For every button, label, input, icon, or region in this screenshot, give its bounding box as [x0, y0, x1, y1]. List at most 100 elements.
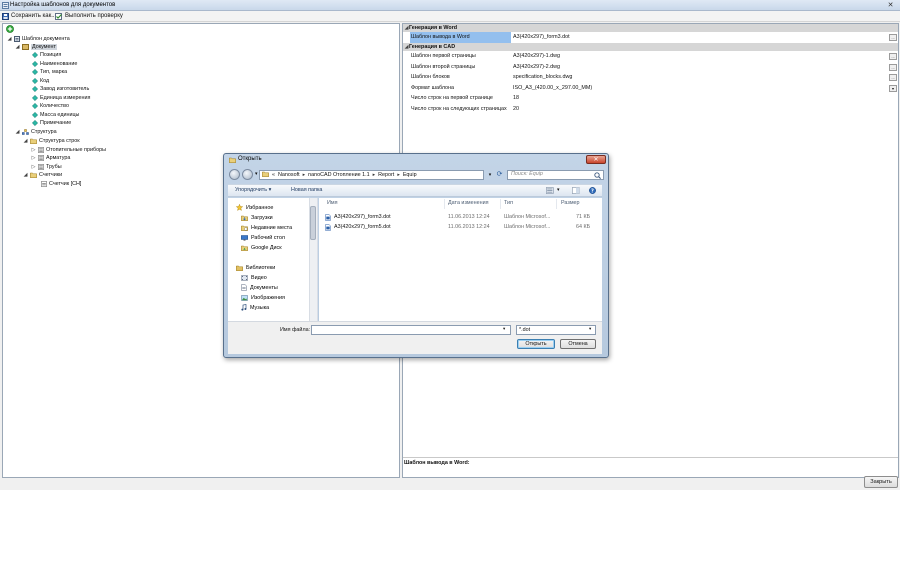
property-value[interactable]: А3(420х297)-1.dwg: [513, 51, 883, 62]
dropdown-button[interactable]: ▾: [889, 84, 897, 92]
column-divider[interactable]: [500, 199, 501, 209]
window-close-button[interactable]: ✕: [884, 1, 897, 10]
property-value[interactable]: 20: [513, 104, 883, 115]
expand-arrow-icon[interactable]: ▷: [31, 154, 36, 162]
nav-item-recent-places[interactable]: Недавние места: [241, 223, 292, 232]
file-type-dropdown-icon[interactable]: ▾: [589, 326, 591, 332]
preview-pane-icon[interactable]: [572, 187, 580, 194]
property-row[interactable]: Шаблон второй страницы А3(420х297)-2.dwg…: [403, 62, 898, 73]
tree-row-item[interactable]: ▷ Трубы: [31, 163, 62, 171]
breadcrumb-item[interactable]: nanoCAD Отопление 1.1: [308, 172, 370, 178]
nav-item-documents[interactable]: Документы: [241, 283, 278, 292]
property-row[interactable]: Шаблон блоков specification_blocks.dwg .…: [403, 72, 898, 83]
file-row[interactable]: А3(420х297)_form3.dot 11.06.2013 12:24 Ш…: [322, 213, 602, 222]
breadcrumb-separator-icon[interactable]: ▸: [303, 172, 306, 178]
column-header-date[interactable]: Дата изменения: [448, 200, 489, 208]
collapse-arrow-icon[interactable]: ◢: [15, 128, 20, 136]
category-word-generation[interactable]: ◢ Генерация в Word: [403, 24, 898, 32]
search-icon[interactable]: [594, 172, 601, 179]
property-row-selected[interactable]: Шаблон вывода в Word А3(420х297)_form3.d…: [403, 32, 898, 43]
collapse-arrow-icon[interactable]: ◢: [23, 137, 28, 145]
file-type-select[interactable]: *.dot: [516, 325, 596, 335]
property-value[interactable]: ISO_A3_(420.00_x_297.00_MM): [513, 83, 883, 94]
property-row[interactable]: Число строк на первой странице 18: [403, 93, 898, 104]
tree-node-counters[interactable]: ◢ Счетчики: [23, 171, 63, 179]
organize-button[interactable]: Упорядочить ▾: [235, 186, 271, 195]
tree-node-document[interactable]: ◢ Документ: [15, 43, 57, 51]
tree-field-item[interactable]: Тип, марка: [32, 68, 67, 76]
forward-button[interactable]: [242, 169, 253, 180]
save-as-button[interactable]: Сохранить как...: [2, 11, 56, 21]
nav-scrollbar-thumb[interactable]: [310, 206, 316, 240]
tree-field-item[interactable]: Количество: [32, 102, 69, 110]
nav-favorites[interactable]: Избранное: [236, 203, 273, 212]
tree-node-template[interactable]: ◢ Шаблон документа: [7, 35, 70, 43]
breadcrumb-item[interactable]: Report: [378, 172, 394, 178]
tree-field-item[interactable]: Примечание: [32, 119, 71, 127]
description-divider[interactable]: [403, 457, 898, 458]
browse-button[interactable]: ...: [889, 74, 897, 81]
run-check-button[interactable]: Выполнить проверку: [55, 11, 123, 21]
nav-item-downloads[interactable]: Загрузки: [241, 213, 273, 222]
help-icon[interactable]: ?: [589, 187, 596, 194]
close-button[interactable]: Закрыть: [864, 476, 898, 488]
column-header-size[interactable]: Размер: [561, 200, 580, 208]
title-bar[interactable]: [0, 0, 900, 11]
tree-row-item[interactable]: ▷ Арматура: [31, 154, 71, 162]
property-value[interactable]: А3(420х297)-2.dwg: [513, 62, 883, 73]
open-button[interactable]: Открыть: [517, 339, 555, 349]
tree-counter-item[interactable]: Счетчик [СН]: [41, 180, 81, 188]
cancel-button[interactable]: Отмена: [560, 339, 596, 349]
breadcrumb-item[interactable]: Nanosoft: [278, 172, 300, 178]
tree-row-item[interactable]: ▷ Отопительные приборы: [31, 146, 106, 154]
filename-dropdown-icon[interactable]: ▾: [503, 326, 505, 332]
column-divider[interactable]: [556, 199, 557, 209]
property-row[interactable]: Число строк на следующих страницах 20: [403, 104, 898, 115]
address-dropdown-button[interactable]: ▾: [486, 170, 494, 180]
recent-pages-dropdown[interactable]: ▾: [255, 171, 258, 177]
property-value[interactable]: specification_blocks.dwg: [513, 72, 883, 83]
refresh-icon[interactable]: ⟳: [495, 170, 504, 180]
breadcrumb-item[interactable]: Equip: [403, 172, 417, 178]
column-header-type[interactable]: Тип: [504, 200, 513, 208]
browse-button[interactable]: ...: [889, 34, 897, 41]
property-row[interactable]: Шаблон первой страницы А3(420х297)-1.dwg…: [403, 51, 898, 62]
nav-item-music[interactable]: Музыка: [241, 303, 269, 312]
tree-node-structure[interactable]: ◢ Структура: [15, 128, 57, 136]
nav-item-desktop[interactable]: Рабочий стол: [241, 233, 285, 242]
collapse-arrow-icon[interactable]: ◢: [23, 171, 28, 179]
tree-field-item[interactable]: Масса единицы: [32, 111, 79, 119]
nav-item-video[interactable]: Видео: [241, 273, 267, 282]
column-divider[interactable]: [444, 199, 445, 209]
breadcrumb-separator-icon[interactable]: ▸: [397, 172, 400, 178]
column-header-name[interactable]: Имя: [327, 200, 338, 208]
add-icon[interactable]: [6, 25, 14, 33]
tree-field-item[interactable]: Позиция: [32, 51, 61, 59]
address-overflow[interactable]: «: [272, 172, 275, 178]
tree-field-item[interactable]: Код: [32, 77, 49, 85]
expand-arrow-icon[interactable]: ▷: [31, 146, 36, 154]
collapse-arrow-icon[interactable]: ◢: [7, 35, 12, 43]
tree-field-item[interactable]: Завод изготовитель: [32, 85, 89, 93]
tree-field-item[interactable]: Единица измерения: [32, 94, 90, 102]
tree-node-row-structure[interactable]: ◢ Структура строк: [23, 137, 80, 145]
new-folder-button[interactable]: Новая папка: [291, 186, 322, 195]
tree-field-item[interactable]: Наименование: [32, 60, 77, 68]
view-icon[interactable]: [546, 187, 554, 194]
address-bar[interactable]: « Nanosoft ▸ nanoCAD Отопление 1.1 ▸ Rep…: [259, 170, 484, 180]
file-row[interactable]: А3(420х297)_form5.dot 11.06.2013 12:24 Ш…: [322, 223, 602, 232]
nav-item-pictures[interactable]: Изображения: [241, 293, 285, 302]
expand-arrow-icon[interactable]: ▷: [31, 163, 36, 171]
nav-libraries[interactable]: Библиотеки: [236, 263, 275, 272]
collapse-arrow-icon[interactable]: ◢: [15, 43, 20, 51]
nav-item-google-drive[interactable]: Google Диск: [241, 243, 282, 252]
category-cad-generation[interactable]: ◢ Генерация в CAD: [403, 43, 898, 51]
back-button[interactable]: [229, 169, 240, 180]
filename-input[interactable]: [311, 325, 511, 335]
property-row[interactable]: Формат шаблона ISO_A3_(420.00_x_297.00_M…: [403, 83, 898, 94]
browse-button[interactable]: ...: [889, 63, 897, 71]
dialog-close-button[interactable]: ✕: [586, 155, 606, 164]
property-value[interactable]: 18: [513, 93, 883, 104]
property-value[interactable]: А3(420х297)_form3.dot: [513, 32, 883, 43]
view-dropdown-button[interactable]: ▾: [557, 187, 560, 194]
